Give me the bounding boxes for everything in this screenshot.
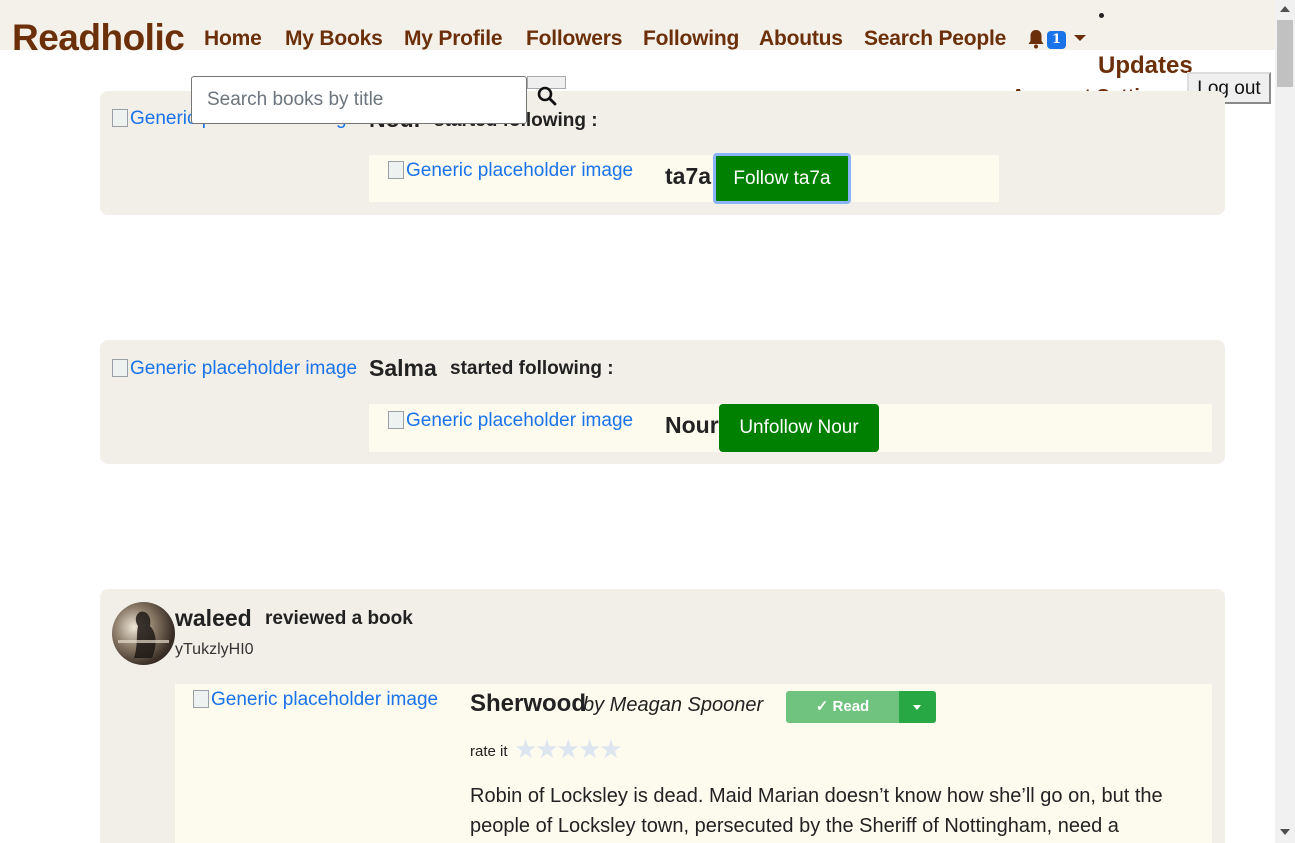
book-author: by Meagan Spooner [583, 694, 764, 716]
star-icon[interactable]: ★ [535, 734, 558, 764]
unfollow-button[interactable]: Unfollow Nour [719, 404, 879, 452]
scroll-down-arrow-icon[interactable] [1280, 829, 1290, 835]
followed-username[interactable]: Nour [665, 411, 719, 439]
followed-user-image: Generic placeholder image [388, 159, 633, 183]
star-rating[interactable]: ★★★★★ [514, 734, 623, 764]
nav-aboutus[interactable]: Aboutus [759, 26, 843, 52]
star-icon[interactable]: ★ [557, 734, 580, 764]
vertical-scrollbar[interactable] [1275, 0, 1295, 843]
nav-followers[interactable]: Followers [526, 26, 622, 52]
shelf-dropdown-toggle[interactable] [899, 691, 936, 723]
avatar[interactable] [112, 602, 175, 665]
page: Readholic Home My Books My Profile Follo… [0, 0, 1275, 843]
shelf-status-button[interactable]: ✓ Read [786, 691, 899, 723]
brand-logo[interactable]: Readholic [12, 14, 185, 62]
nav-search-people[interactable]: Search People [864, 26, 1006, 52]
user-handle: yTukzlyHI0 [175, 641, 254, 658]
chevron-down-icon[interactable] [1074, 35, 1086, 41]
book-description: Robin of Locksley is dead. Maid Marian d… [470, 785, 1163, 837]
follow-button[interactable]: Follow ta7a [713, 153, 851, 204]
followed-username[interactable]: ta7a [665, 162, 711, 190]
user-avatar-image: Generic placeholder image [112, 357, 357, 381]
star-icon[interactable]: ★ [599, 734, 622, 764]
nav-my-books[interactable]: My Books [285, 26, 383, 52]
search-input[interactable] [191, 76, 527, 124]
scrollbar-thumb[interactable] [1277, 20, 1293, 87]
activity-actor[interactable]: Salma [369, 354, 437, 382]
activity-action: started following : [450, 358, 614, 379]
nav-following[interactable]: Following [643, 26, 739, 52]
book-cover-image: Generic placeholder image [193, 688, 438, 712]
activity-action: reviewed a book [265, 608, 413, 629]
bullet-dot [1099, 13, 1104, 18]
scroll-up-arrow-icon[interactable] [1280, 6, 1290, 12]
nav-my-profile[interactable]: My Profile [404, 26, 503, 52]
rate-label: rate it [470, 743, 508, 760]
followed-user-image: Generic placeholder image [388, 409, 633, 433]
navbar [0, 0, 1275, 50]
bell-icon[interactable] [1027, 29, 1045, 49]
activity-actor[interactable]: waleed [175, 604, 252, 632]
notification-badge: 1 [1047, 31, 1067, 49]
book-cover-thumbnail [118, 611, 169, 658]
updates-heading[interactable]: Updates [1098, 51, 1193, 81]
search-icon[interactable] [537, 86, 557, 106]
nav-home[interactable]: Home [204, 26, 262, 52]
book-title[interactable]: Sherwood [470, 690, 586, 718]
star-icon[interactable]: ★ [578, 734, 601, 764]
star-icon[interactable]: ★ [514, 734, 537, 764]
